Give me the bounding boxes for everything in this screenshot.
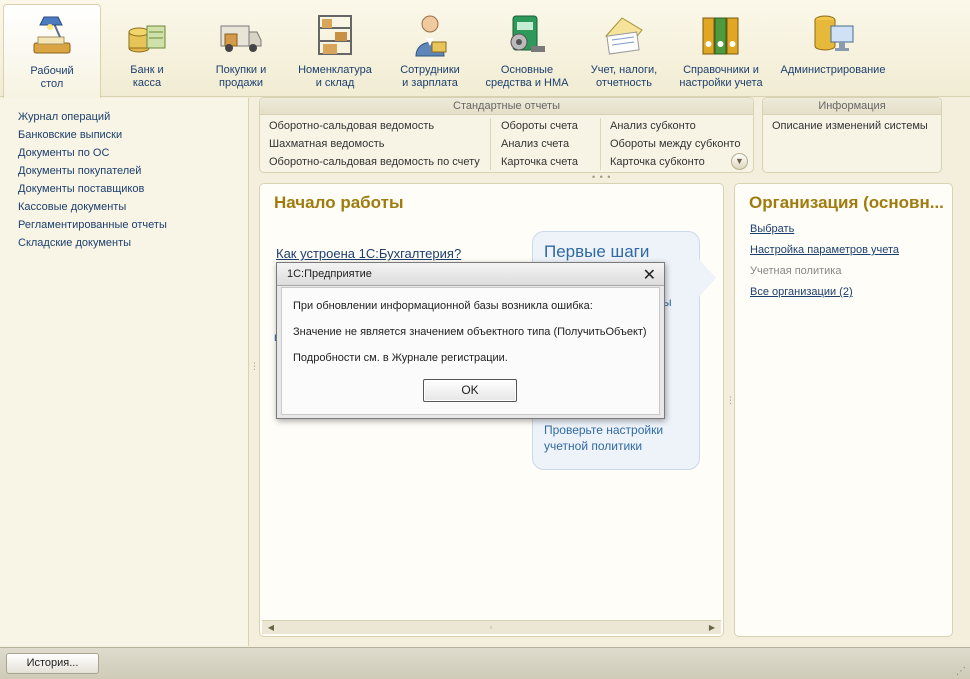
how-it-works-link[interactable]: Как устроена 1С:Бухгалтерия? xyxy=(276,246,461,261)
report-link[interactable]: Обороты счета xyxy=(501,120,578,132)
accounting-policy-label: Учетная политика xyxy=(750,265,842,277)
horizontal-scrollbar[interactable]: ◀ ▫ ▶ xyxy=(262,620,721,634)
section-administration[interactable]: Администрирование xyxy=(778,4,888,94)
section-bank[interactable]: Банк и касса xyxy=(107,4,187,94)
report-link[interactable]: Карточка субконто xyxy=(610,156,705,168)
nav-link-warehouse-documents[interactable]: Складские документы xyxy=(18,234,248,252)
scroll-right-icon[interactable]: ▶ xyxy=(705,621,719,634)
left-navigation-panel: Журнал операций Банковские выписки Докум… xyxy=(0,98,249,646)
accounting-settings-link[interactable]: Настройка параметров учета xyxy=(750,244,899,256)
main-sections-toolbar: Рабочий стол Банк и касса Покупки и прод… xyxy=(0,0,970,98)
splitter-grip[interactable]: • • • xyxy=(592,172,611,182)
bubble-pointer xyxy=(698,258,716,298)
delivery-van-icon xyxy=(219,12,263,58)
dialog-titlebar[interactable]: 1С:Предприятие ✕ xyxy=(277,263,664,286)
section-employees[interactable]: Сотрудники и зарплата xyxy=(394,4,466,94)
all-organizations-link[interactable]: Все организации (2) xyxy=(750,286,853,298)
nav-link-regulated-reports[interactable]: Регламентированные отчеты xyxy=(18,216,248,234)
dialog-body: При обновлении информационной базы возни… xyxy=(281,287,660,415)
expand-chevron-icon[interactable]: ▼ xyxy=(731,153,748,170)
documents-icon xyxy=(602,12,646,58)
report-link[interactable]: Шахматная ведомость xyxy=(269,138,384,150)
report-link[interactable]: Анализ субконто xyxy=(610,120,696,132)
nav-link-customer-documents[interactable]: Документы покупателей xyxy=(18,162,248,180)
panel-title: Начало работы xyxy=(274,193,404,212)
bubble-title: Первые шаги xyxy=(544,242,650,261)
ok-button[interactable]: OK xyxy=(423,379,517,402)
report-link[interactable]: Оборотно-сальдовая ведомость xyxy=(269,120,434,132)
error-dialog: 1С:Предприятие ✕ При обновлении информац… xyxy=(276,262,665,419)
history-button[interactable]: История... xyxy=(6,653,99,674)
select-organization-link[interactable]: Выбрать xyxy=(750,223,794,235)
database-computer-icon xyxy=(811,12,855,58)
panel-title: Организация (основн... xyxy=(749,193,944,212)
scroll-left-icon[interactable]: ◀ xyxy=(264,621,278,634)
section-inventory[interactable]: Номенклатура и склад xyxy=(294,4,376,94)
error-message-line: При обновлении информационной базы возни… xyxy=(293,300,593,312)
report-link[interactable]: Оборотно-сальдовая ведомость по счету xyxy=(269,156,480,168)
changes-description-link[interactable]: Описание изменений системы xyxy=(772,120,928,132)
nav-link-fixed-assets-documents[interactable]: Документы по ОС xyxy=(18,144,248,162)
machinery-icon xyxy=(505,12,549,58)
section-fixed-assets[interactable]: Основные средства и НМА xyxy=(482,4,572,94)
standard-reports-panel: Стандартные отчеты Оборотно-сальдовая ве… xyxy=(259,97,754,173)
report-link[interactable]: Обороты между субконто xyxy=(610,138,740,150)
column-divider xyxy=(490,118,491,170)
nav-link-supplier-documents[interactable]: Документы поставщиков xyxy=(18,180,248,198)
panel-header: Информация xyxy=(763,98,941,115)
close-icon[interactable]: ✕ xyxy=(643,265,656,285)
scroll-thumb-grip[interactable]: ▫ xyxy=(484,621,498,634)
warehouse-shelf-icon xyxy=(313,12,357,58)
section-desktop[interactable]: Рабочий стол xyxy=(3,4,101,98)
status-bar: История... ⋰ xyxy=(0,647,970,679)
report-link[interactable]: Карточка счета xyxy=(501,156,578,168)
organization-panel: Организация (основн... Выбрать Настройка… xyxy=(734,183,953,637)
report-link[interactable]: Анализ счета xyxy=(501,138,569,150)
desk-lamp-icon xyxy=(30,13,74,59)
resize-grip-icon[interactable]: ⋰ xyxy=(956,666,966,677)
error-message-line: Значение не является значением объектног… xyxy=(293,326,647,338)
nav-link-operations-journal[interactable]: Журнал операций xyxy=(18,108,248,126)
dialog-title: 1С:Предприятие xyxy=(287,268,372,280)
panel-header: Стандартные отчеты xyxy=(260,98,753,115)
section-taxes-reporting[interactable]: Учет, налоги, отчетность xyxy=(586,4,662,94)
column-divider xyxy=(600,118,601,170)
nav-link-bank-statements[interactable]: Банковские выписки xyxy=(18,126,248,144)
section-references-settings[interactable]: Справочники и настройки учета xyxy=(676,4,766,94)
binders-icon xyxy=(699,12,743,58)
coins-icon xyxy=(125,12,169,58)
nav-link-cash-documents[interactable]: Кассовые документы xyxy=(18,198,248,216)
section-sales[interactable]: Покупки и продажи xyxy=(204,4,278,94)
information-panel: Информация Описание изменений системы xyxy=(762,97,942,173)
employee-icon xyxy=(408,12,452,58)
error-message-line: Подробности см. в Журнале регистрации. xyxy=(293,352,508,364)
check-policy-link[interactable]: Проверьте настройки учетной политики xyxy=(544,422,663,454)
